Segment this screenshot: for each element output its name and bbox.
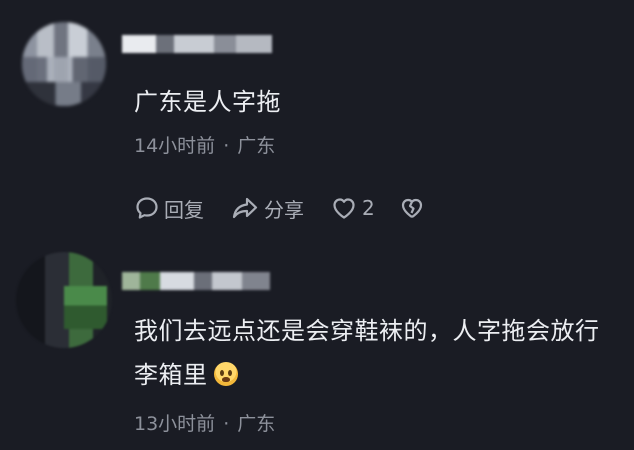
avatar[interactable] bbox=[16, 252, 112, 348]
comment-location: 广东 bbox=[237, 413, 276, 435]
crying-face-emoji bbox=[213, 362, 238, 386]
dislike-button[interactable] bbox=[399, 195, 425, 221]
broken-heart-icon bbox=[399, 195, 425, 221]
comment-meta: 13小时前 · 广东 bbox=[134, 412, 275, 436]
like-button[interactable]: 2 bbox=[330, 195, 375, 221]
comment-time: 13小时前 bbox=[134, 413, 216, 435]
speech-bubble-icon bbox=[134, 195, 160, 221]
meta-separator: · bbox=[223, 135, 230, 157]
comment-text: 我们去远点还是会穿鞋袜的，人字拖会放行李箱里 bbox=[134, 309, 604, 397]
reply-label: 回复 bbox=[164, 197, 204, 222]
share-label: 分享 bbox=[264, 197, 304, 222]
reply-button[interactable]: 回复 bbox=[134, 194, 204, 223]
meta-separator: · bbox=[223, 413, 230, 435]
heart-icon bbox=[330, 195, 358, 221]
comment-actions: 回复 分享 2 bbox=[134, 193, 425, 223]
comment-meta: 14小时前 · 广东 bbox=[134, 134, 275, 158]
comment-text: 广东是人字拖 bbox=[134, 88, 281, 116]
like-count: 2 bbox=[362, 196, 375, 220]
share-button[interactable]: 分享 bbox=[230, 194, 304, 223]
avatar[interactable] bbox=[22, 22, 106, 106]
comment-list: 广东是人字拖 14小时前 · 广东 回复 分享 2 我们去远点还是会穿鞋袜的，人… bbox=[0, 0, 634, 450]
share-arrow-icon bbox=[230, 195, 260, 221]
comment-location: 广东 bbox=[237, 135, 276, 157]
username-blurred[interactable] bbox=[122, 272, 270, 290]
comment-time: 14小时前 bbox=[134, 135, 216, 157]
username-blurred[interactable] bbox=[122, 35, 272, 53]
comment-text-content: 我们去远点还是会穿鞋袜的，人字拖会放行李箱里 bbox=[134, 317, 600, 389]
